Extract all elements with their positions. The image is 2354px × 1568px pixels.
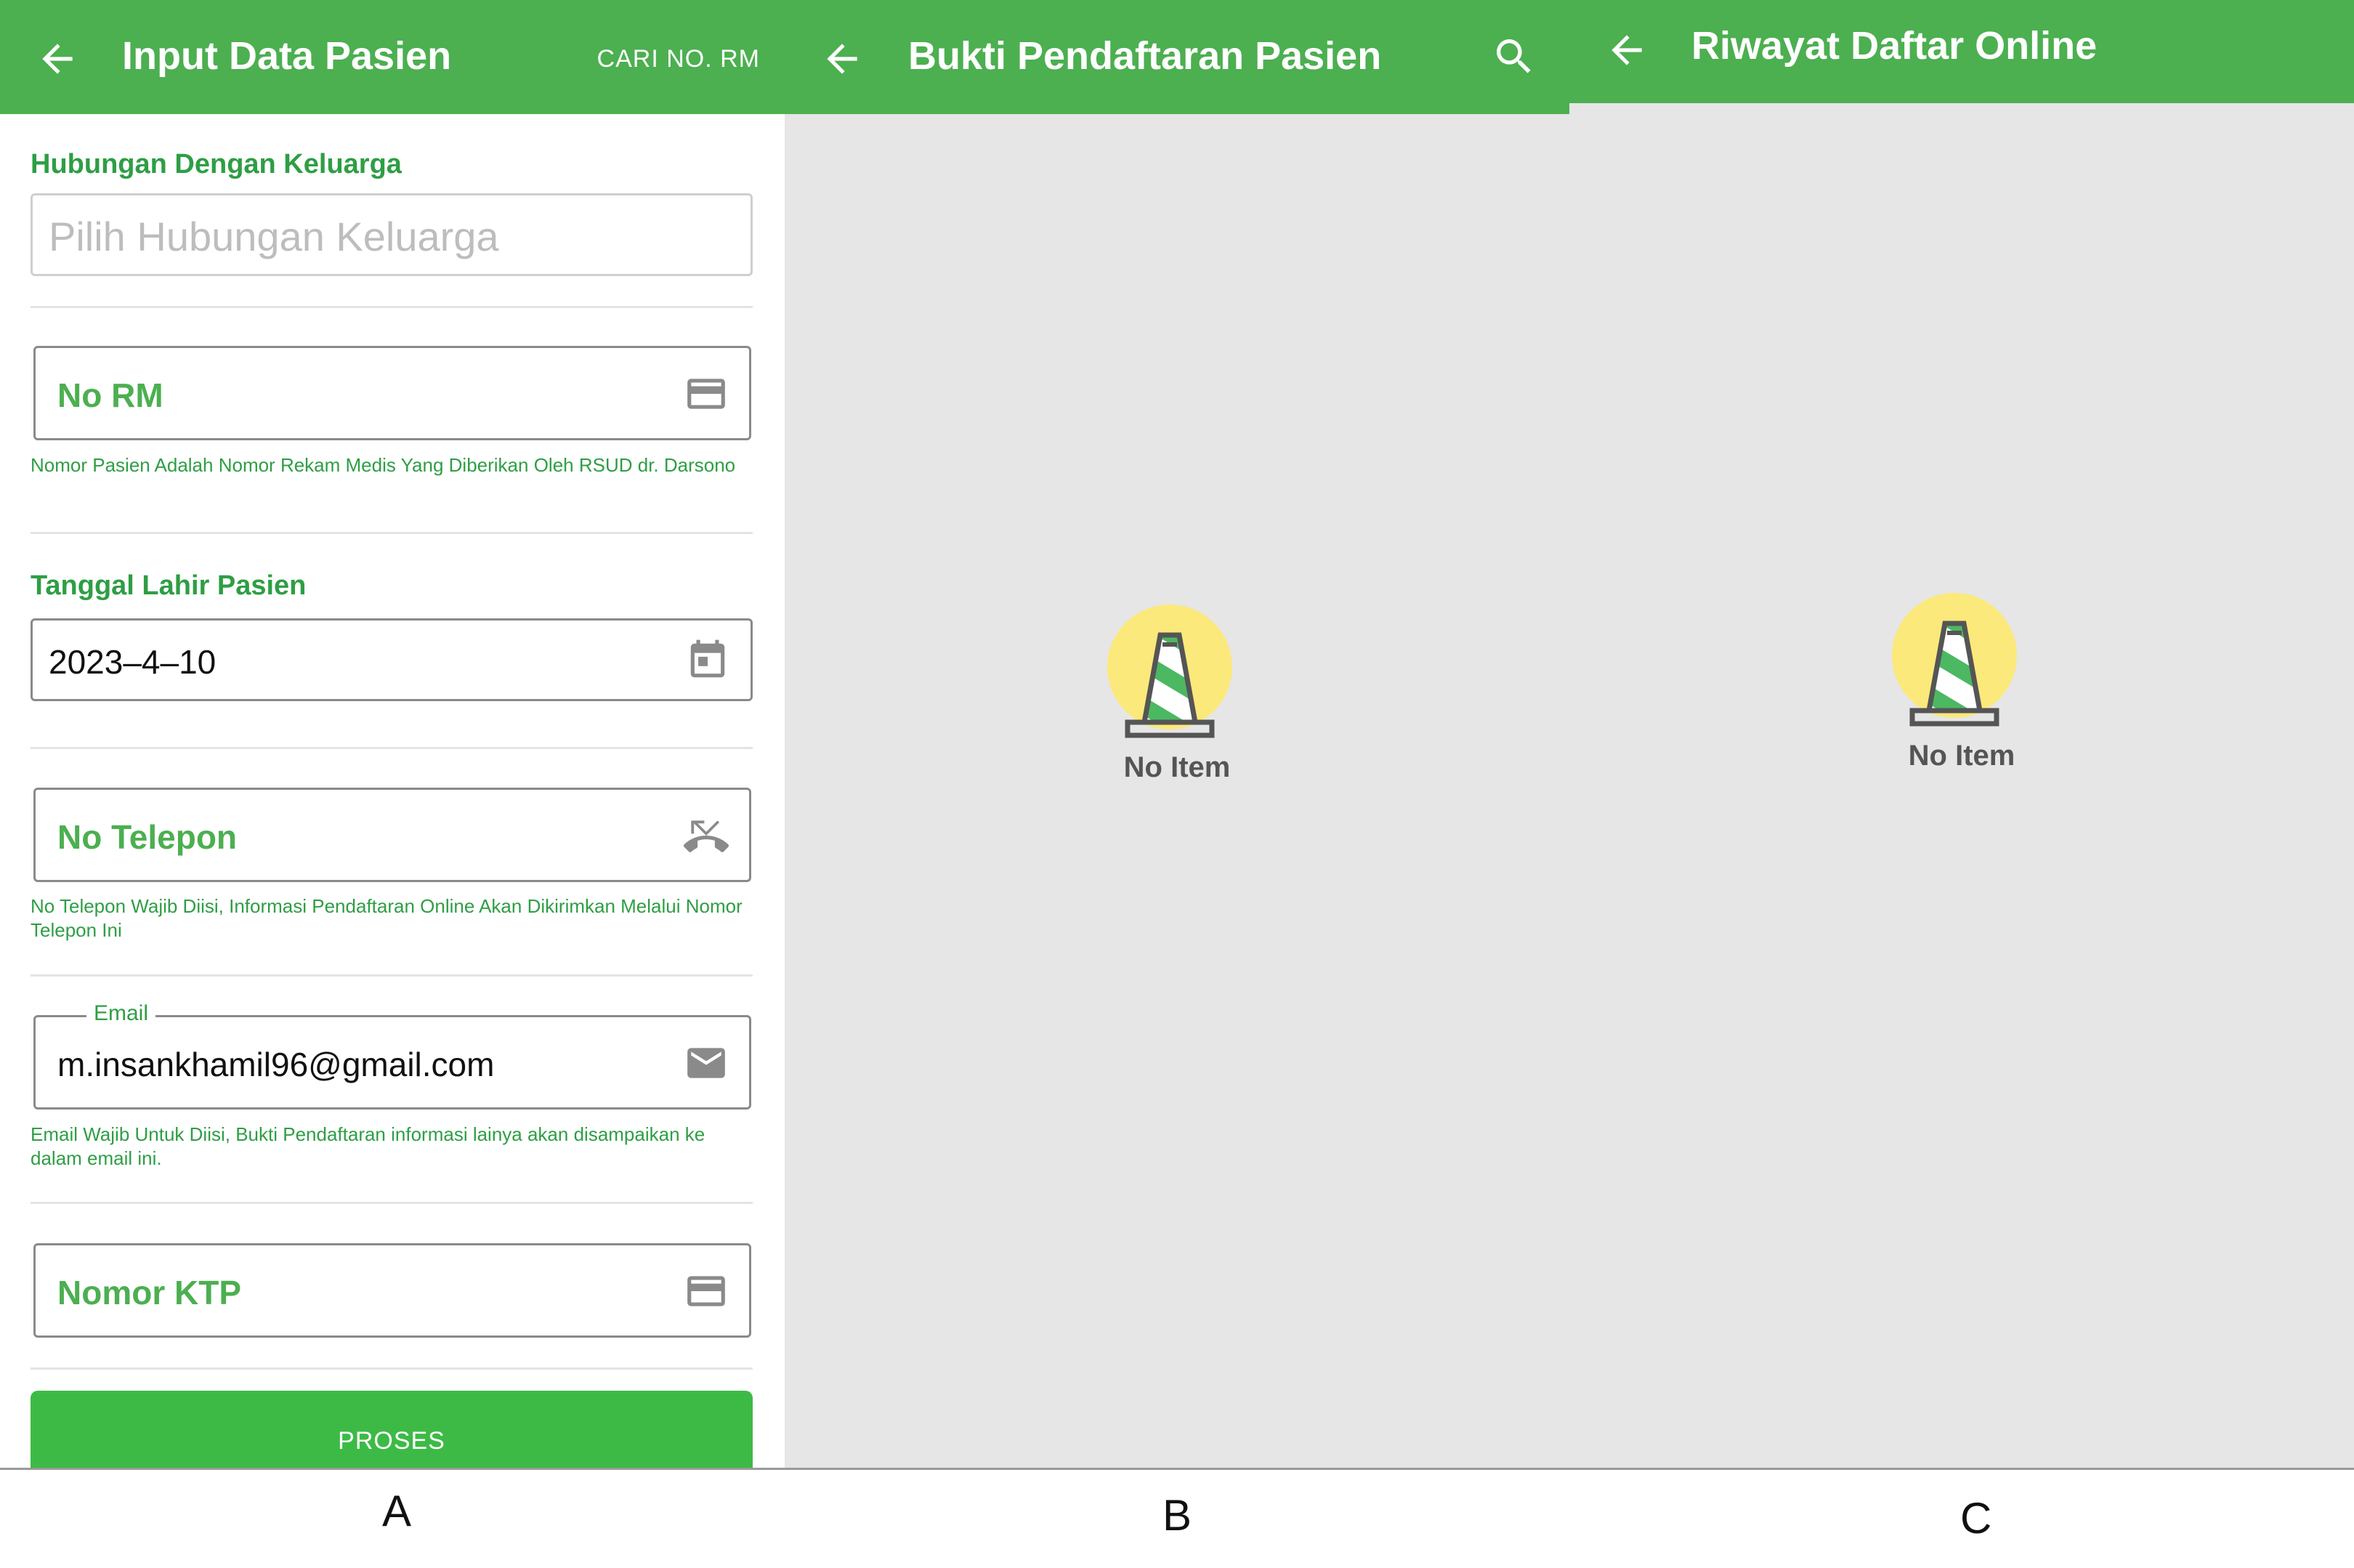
page-title: Riwayat Daftar Online — [1691, 24, 2098, 68]
panel-label-b: B — [1162, 1491, 1192, 1540]
tanggal-lahir-input[interactable]: 2023–4–10 — [31, 618, 753, 701]
back-arrow-icon[interactable] — [1604, 28, 1649, 73]
screen-input-data-pasien: Input Data Pasien CARI NO. RM Hubungan D… — [0, 0, 785, 1468]
proses-button[interactable]: PROSES — [31, 1391, 753, 1468]
page-title: Bukti Pendaftaran Pasien — [908, 34, 1382, 78]
phone-missed-icon — [684, 820, 729, 852]
email-label: Email — [86, 1001, 156, 1026]
app-bar: Input Data Pasien CARI NO. RM — [0, 0, 785, 114]
back-arrow-icon[interactable] — [35, 36, 80, 81]
email-input[interactable]: Email m.insankhamil96@gmail.com — [33, 1001, 751, 1110]
nomor-ktp-input[interactable]: Nomor KTP — [33, 1243, 751, 1338]
empty-text: No Item — [1123, 751, 1231, 783]
traffic-cone-icon — [1107, 605, 1232, 738]
page-title: Input Data Pasien — [122, 34, 452, 78]
no-telepon-placeholder: No Telepon — [57, 818, 238, 856]
divider — [31, 1367, 753, 1370]
no-rm-input[interactable]: No RM — [33, 346, 751, 440]
no-telepon-hint: No Telepon Wajib Diisi, Informasi Pendaf… — [31, 895, 743, 941]
no-telepon-input[interactable]: No Telepon — [33, 788, 751, 882]
nomor-ktp-placeholder: Nomor KTP — [57, 1274, 241, 1312]
no-rm-placeholder: No RM — [57, 376, 163, 414]
card-icon — [687, 379, 725, 409]
email-value: m.insankhamil96@gmail.com — [57, 1046, 495, 1083]
divider — [31, 532, 753, 534]
mail-icon — [687, 1048, 725, 1078]
empty-text: No Item — [1908, 740, 2015, 772]
divider — [31, 974, 753, 977]
search-icon[interactable] — [1491, 33, 1537, 80]
panel-label-strip: A B C — [0, 1468, 2354, 1568]
tanggal-value: 2023–4–10 — [49, 643, 217, 681]
cari-no-rm-button[interactable]: CARI NO. RM — [597, 45, 760, 73]
card-icon — [687, 1276, 725, 1306]
app-bar: Riwayat Daftar Online — [1569, 0, 2354, 103]
divider — [31, 747, 753, 749]
divider — [31, 1202, 753, 1204]
no-rm-hint: Nomor Pasien Adalah Nomor Rekam Medis Ya… — [31, 454, 736, 476]
hubungan-placeholder: Pilih Hubungan Keluarga — [49, 214, 499, 259]
screen-bukti-pendaftaran: Bukti Pendaftaran Pasien No Item — [785, 0, 1569, 1468]
panel-label-c: C — [1960, 1494, 1992, 1543]
email-hint: Email Wajib Untuk Diisi, Bukti Pendaftar… — [31, 1123, 705, 1169]
empty-state: No Item — [1083, 603, 1271, 784]
calendar-icon[interactable] — [685, 638, 730, 683]
app-bar: Bukti Pendaftaran Pasien — [785, 0, 1569, 114]
panel-label-a: A — [382, 1487, 412, 1535]
empty-state: No Item — [1867, 591, 2056, 772]
tanggal-label: Tanggal Lahir Pasien — [31, 570, 307, 601]
hubungan-select[interactable]: Pilih Hubungan Keluarga — [31, 193, 753, 276]
back-arrow-icon[interactable] — [820, 36, 865, 81]
screen-riwayat-daftar-online: Riwayat Daftar Online No Item — [1569, 0, 2354, 1468]
proses-label: PROSES — [338, 1427, 445, 1455]
traffic-cone-icon — [1892, 593, 2017, 727]
hubungan-label: Hubungan Dengan Keluarga — [31, 149, 402, 179]
divider — [31, 306, 753, 308]
